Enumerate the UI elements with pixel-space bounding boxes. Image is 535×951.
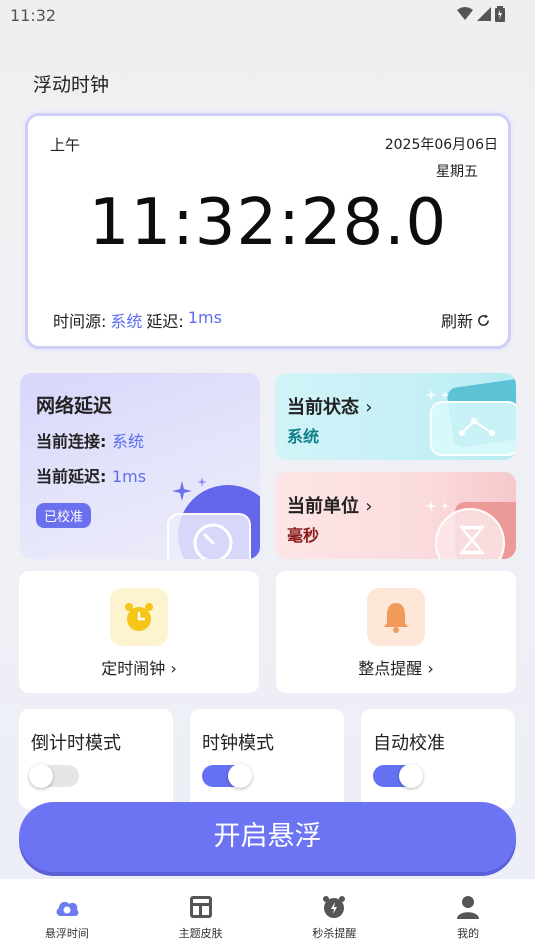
- current-unit-card[interactable]: 当前单位 › 毫秒: [275, 472, 516, 559]
- clock-card: 上午 2025年06月06日 星期五 11:32:28.0 时间源: 系统 延迟…: [25, 113, 511, 349]
- refresh-button[interactable]: 刷新: [441, 308, 490, 332]
- alarm-tile[interactable]: 定时闹钟 ›: [19, 571, 259, 693]
- layout-icon: [188, 894, 214, 920]
- time-source-row: 时间源: 系统 延迟: 1ms: [53, 308, 222, 332]
- delay-value: 1ms: [187, 308, 222, 327]
- share-glass-icon: [430, 401, 516, 456]
- tab-label: 悬浮时间: [44, 927, 89, 940]
- auto-calibrate-card: 自动校准: [361, 709, 515, 809]
- tab-label: 我的: [457, 927, 480, 940]
- user-icon: [455, 894, 481, 920]
- current-delay-row: 当前延迟: 1ms: [36, 463, 146, 487]
- alarm-clock-icon: [110, 588, 168, 646]
- start-float-button[interactable]: 开启悬浮: [19, 802, 516, 872]
- network-latency-card[interactable]: 网络延迟 当前连接: 系统 当前延迟: 1ms 已校准: [20, 373, 260, 559]
- hourly-tile-label-row: 整点提醒 ›: [276, 655, 516, 679]
- status-time: 11:32: [10, 6, 57, 25]
- chevron-right-icon: ›: [365, 397, 373, 418]
- refresh-icon: [478, 313, 489, 326]
- countdown-mode-toggle[interactable]: [29, 764, 79, 788]
- tab-label: 秒杀提醒: [312, 927, 357, 940]
- status-icons: [457, 6, 505, 22]
- clock-mode-card: 时钟模式: [190, 709, 344, 809]
- sparkle-icon: [425, 389, 449, 401]
- network-title: 网络延迟: [36, 395, 113, 417]
- hourly-reminder-tile[interactable]: 整点提醒 ›: [276, 571, 516, 693]
- hourly-tile-label: 整点提醒: [358, 659, 423, 678]
- bottom-tab-bar: 悬浮时间 主题皮肤 秒杀提醒 我的: [0, 879, 535, 951]
- signal-icon: [477, 7, 491, 21]
- refresh-label: 刷新: [440, 312, 473, 331]
- countdown-mode-card: 倒计时模式: [19, 709, 173, 809]
- battery-icon: [495, 6, 505, 22]
- wifi-icon: [457, 7, 473, 20]
- clock-mode-toggle[interactable]: [202, 764, 252, 788]
- tab-flash-reminder[interactable]: 秒杀提醒: [268, 879, 402, 951]
- time-source-label: 时间源:: [53, 312, 107, 331]
- auto-calibrate-toggle[interactable]: [373, 764, 423, 788]
- state-title: 当前状态: [287, 397, 359, 418]
- date-label: 2025年06月06日: [384, 137, 498, 153]
- alarm-tile-label-row: 定时闹钟 ›: [19, 655, 259, 679]
- connection-row: 当前连接: 系统: [36, 428, 144, 452]
- tab-mine[interactable]: 我的: [401, 879, 535, 951]
- page-title: 浮动时钟: [33, 74, 110, 96]
- auto-calibrate-label: 自动校准: [373, 733, 445, 754]
- tab-label: 主题皮肤: [178, 927, 223, 940]
- weekday-label: 星期五: [436, 164, 478, 180]
- state-title-row: 当前状态 ›: [287, 393, 372, 419]
- unit-value: 毫秒: [287, 526, 320, 545]
- alarm-tile-label: 定时闹钟: [101, 659, 166, 678]
- state-value: 系统: [287, 427, 320, 446]
- current-delay-value: 1ms: [111, 467, 147, 486]
- connection-value: 系统: [111, 432, 144, 451]
- timer-glass-icon: [167, 513, 251, 559]
- unit-title-row: 当前单位 ›: [287, 492, 372, 518]
- status-bar: 11:32: [0, 0, 535, 32]
- connection-label: 当前连接:: [36, 432, 107, 451]
- delay-label: 延迟:: [146, 312, 184, 331]
- bell-icon: [367, 588, 425, 646]
- tab-theme-skin[interactable]: 主题皮肤: [134, 879, 268, 951]
- chevron-right-icon: ›: [427, 659, 434, 678]
- chevron-right-icon: ›: [170, 659, 177, 678]
- countdown-mode-label: 倒计时模式: [31, 733, 121, 754]
- calibrated-badge: 已校准: [36, 503, 92, 528]
- clock-mode-label: 时钟模式: [202, 733, 274, 754]
- current-state-card[interactable]: 当前状态 › 系统: [275, 373, 516, 460]
- chevron-right-icon: ›: [365, 496, 373, 517]
- current-delay-label: 当前延迟:: [36, 467, 107, 486]
- flash-alarm-icon: [321, 894, 347, 920]
- sparkle-icon: [425, 500, 449, 512]
- unit-title: 当前单位: [287, 496, 359, 517]
- time-source-value: 系统: [110, 312, 143, 331]
- ampm-label: 上午: [50, 136, 81, 154]
- cloud-clock-icon: [54, 894, 80, 920]
- clock-time: 11:32:28.0: [88, 186, 448, 260]
- tab-float-time[interactable]: 悬浮时间: [0, 879, 134, 951]
